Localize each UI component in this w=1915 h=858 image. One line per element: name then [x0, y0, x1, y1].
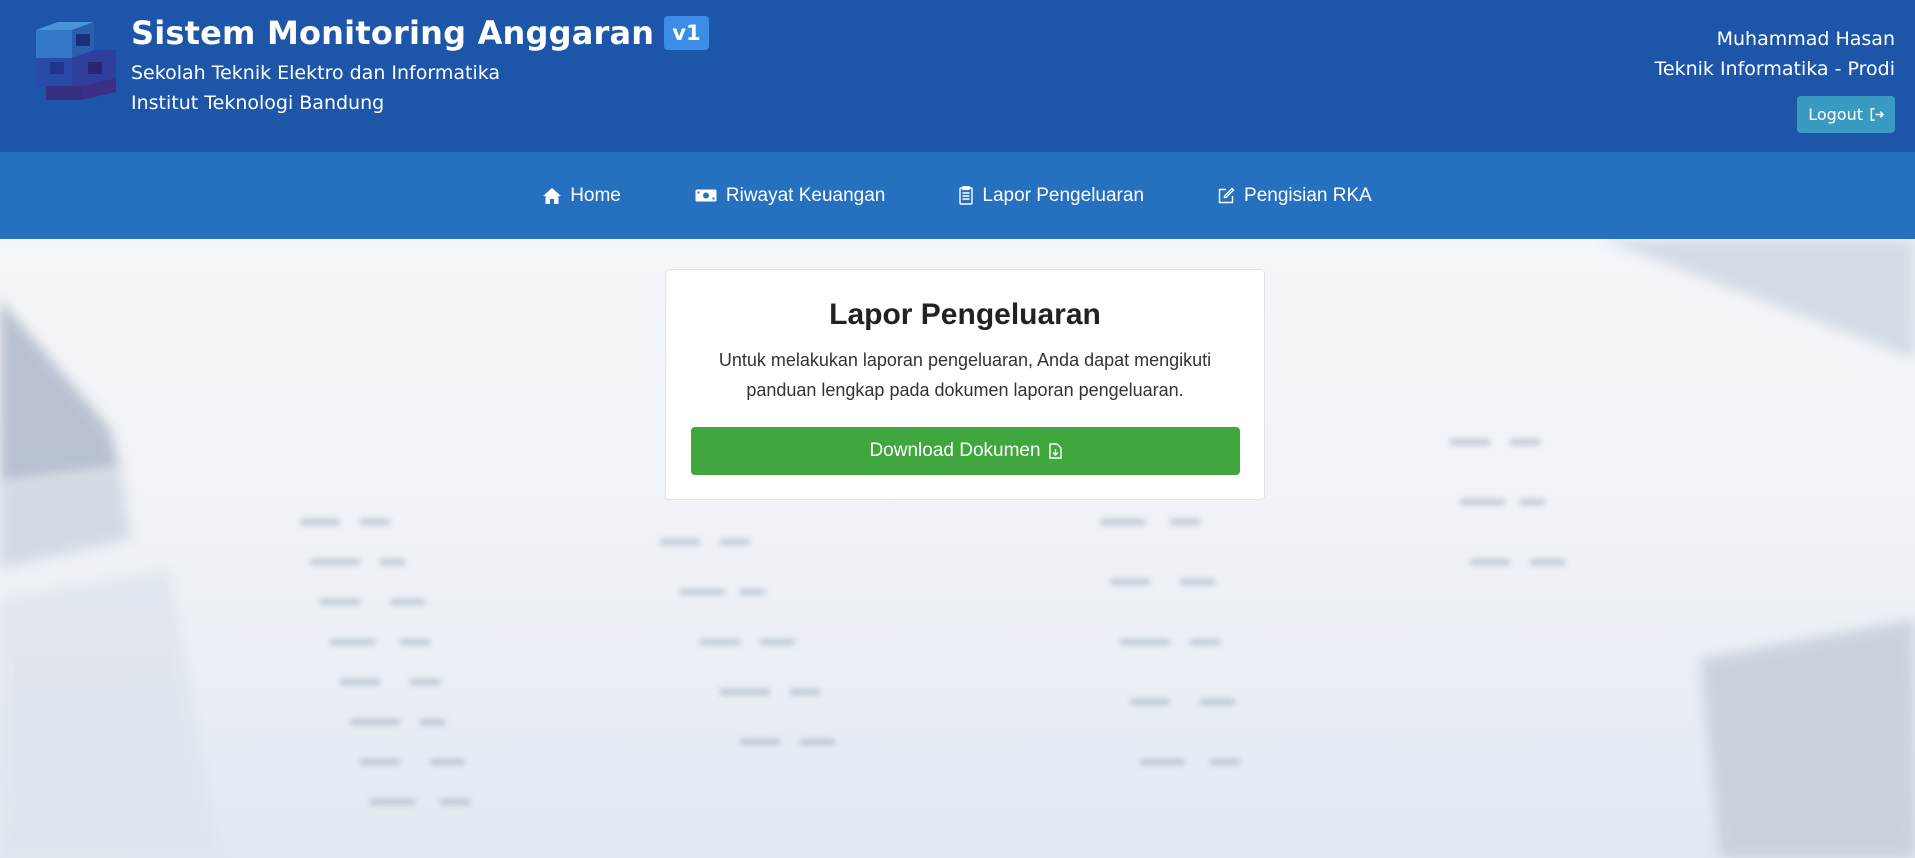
download-document-button[interactable]: Download Dokumen [691, 427, 1240, 475]
faculty-name: Sekolah Teknik Elektro dan Informatika [131, 62, 501, 84]
nav-item-label: Pengisian RKA [1244, 184, 1372, 206]
brand-block: Sistem Monitoring Anggaran v1 Sekolah Te… [131, 14, 709, 118]
logout-label: Logout [1808, 105, 1863, 124]
cube-s-logo-icon [36, 22, 116, 100]
nav-item-pengisian-rka[interactable]: Pengisian RKA [1218, 185, 1372, 207]
logout-button[interactable]: Logout [1797, 96, 1895, 133]
edit-icon [1218, 187, 1235, 204]
user-info: Muhammad Hasan Teknik Informatika - Prod… [1655, 24, 1895, 133]
card-title: Lapor Pengeluaran [829, 298, 1101, 331]
nav-item-home[interactable]: Home [543, 185, 621, 207]
card-description: Untuk melakukan laporan pengeluaran, And… [718, 350, 1212, 400]
app-title: Sistem Monitoring Anggaran [131, 14, 655, 52]
report-card: Lapor Pengeluaran Untuk melakukan lapora… [665, 269, 1265, 500]
logout-icon [1870, 108, 1884, 121]
app-header: Sistem Monitoring Anggaran v1 Sekolah Te… [0, 0, 1915, 152]
download-button-label: Download Dokumen [869, 440, 1041, 461]
nav-item-label: Home [570, 184, 621, 206]
institution-name: Institut Teknologi Bandung [131, 92, 385, 114]
user-department: Teknik Informatika - Prodi [1654, 58, 1895, 80]
main-nav: Home Riwayat Keuangan Lapor Pengeluaran … [0, 152, 1915, 239]
home-icon [543, 187, 562, 204]
user-name: Muhammad Hasan [1716, 28, 1895, 50]
nav-item-lapor-pengeluaran[interactable]: Lapor Pengeluaran [959, 185, 1144, 207]
file-download-icon [1048, 443, 1062, 459]
nav-item-label: Riwayat Keuangan [725, 184, 886, 206]
clipboard-icon [959, 186, 974, 205]
money-icon [695, 189, 717, 202]
version-badge: v1 [664, 16, 709, 50]
nav-item-label: Lapor Pengeluaran [982, 184, 1145, 206]
nav-item-riwayat-keuangan[interactable]: Riwayat Keuangan [695, 184, 886, 207]
